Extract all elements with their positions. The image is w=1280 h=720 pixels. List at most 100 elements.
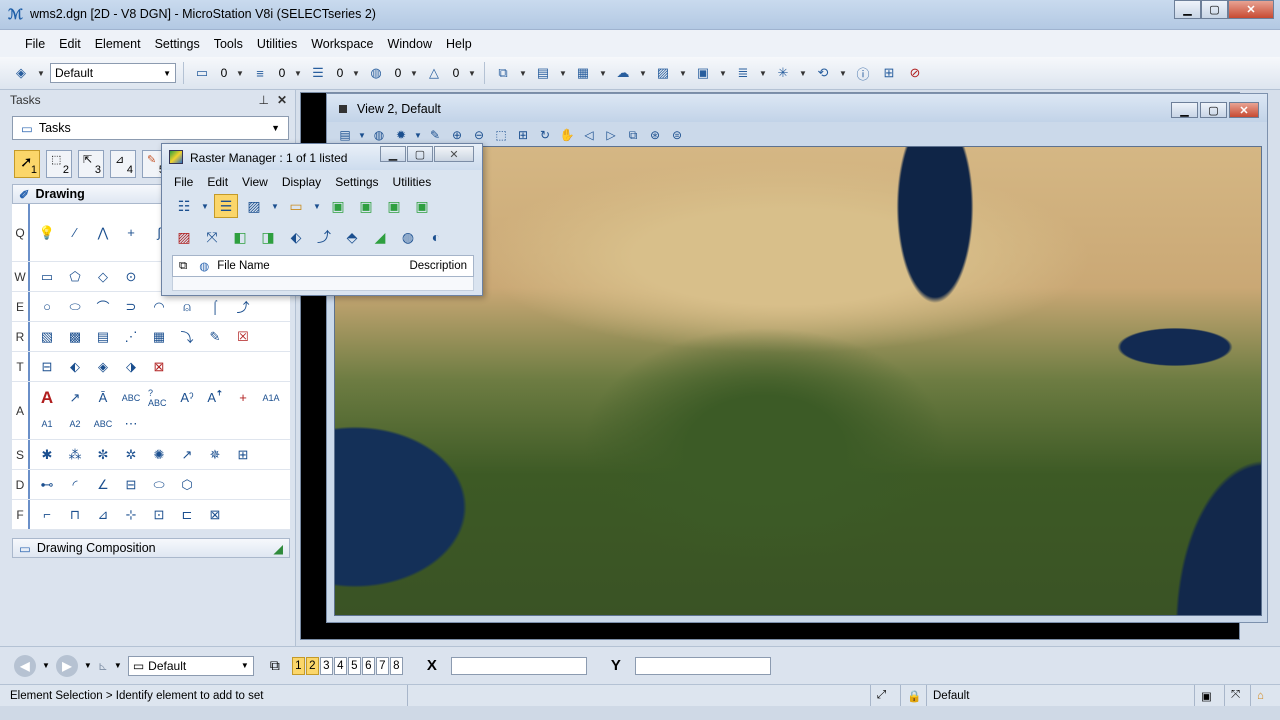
view-2-titlebar[interactable]: View 2, Default ▁ ▢ ✕ [327,94,1267,122]
view-minimize-button[interactable]: ▁ [1171,102,1198,118]
define-cell-origin-icon[interactable]: ⬖ [64,356,86,378]
raster-menu-settings[interactable]: Settings [329,175,384,189]
view-groups-icon[interactable]: ⧉ [270,657,280,674]
text-node-icon[interactable]: + [232,387,254,409]
no-entry-icon[interactable]: ⊘ [904,63,926,83]
home-icon[interactable]: ⌂ [1250,685,1280,706]
dimension-ordinates-icon[interactable]: ⬡ [176,474,198,496]
place-multiline-icon[interactable]: ⋀ [92,222,114,244]
place-shape-icon[interactable]: ⬠ [64,266,86,288]
mirror-raster-icon[interactable]: ⤴ [312,225,336,249]
arc-by-edge-icon[interactable]: ◠ [148,296,170,318]
chevron-down-icon[interactable]: ▼ [409,69,419,78]
manipulate-fence-icon[interactable]: ⊿ [92,504,114,526]
active-level-select[interactable]: Default ▼ [50,63,176,83]
dimension-element-icon[interactable]: ⊷ [36,474,58,496]
select-cell-icon[interactable]: ⬗ [120,356,142,378]
place-text-icon[interactable]: A [36,387,58,409]
update-view-icon[interactable]: ✎ [425,125,445,145]
element-selection-button[interactable]: ➚ 1 [14,150,40,178]
view-maximize-button[interactable]: ▢ [1200,102,1227,118]
modify-fence-icon[interactable]: ⊓ [64,504,86,526]
chevron-down-icon[interactable]: ▼ [838,69,848,78]
zoom-in-icon[interactable]: ⊕ [447,125,467,145]
menu-file[interactable]: File [18,37,52,51]
grid-snap-icon[interactable]: ⊞ [878,63,900,83]
design-file-changed-icon[interactable]: ⤧ [1224,685,1250,706]
replace-cell-icon[interactable]: ◈ [92,356,114,378]
attach-raster-icon[interactable]: ▨ [242,194,266,218]
chevron-down-icon[interactable]: ▼ [598,69,608,78]
snap-mode-icon[interactable]: ⤢ [870,685,900,706]
copy-raster-icon[interactable]: ⬘ [340,225,364,249]
place-active-point-icon[interactable]: ✱ [36,444,58,466]
chevron-down-icon[interactable]: ▼ [718,69,728,78]
dimension-size-icon[interactable]: ⊟ [120,474,142,496]
transparency-icon[interactable]: ◐ [424,225,448,249]
chevron-down-icon[interactable]: ▼ [357,125,367,145]
line-weight-icon[interactable]: ☰ [307,63,329,83]
stretch-raster-icon[interactable]: ◨ [256,225,280,249]
levels-stack-icon[interactable]: ≣ [732,63,754,83]
clip-mask-icon[interactable]: ⊛ [645,125,665,145]
place-regular-polygon-icon[interactable]: ⊙ [120,266,142,288]
crosshatch-area-icon[interactable]: ▩ [64,326,86,348]
accudraw-compass-icon[interactable]: ⊾ [98,659,108,673]
camera-icon[interactable]: ⊜ [667,125,687,145]
delete-pattern-icon[interactable]: ☒ [232,326,254,348]
references-icon[interactable]: ▦ [572,63,594,83]
priority-icon[interactable]: △ [423,63,445,83]
view-2-button[interactable]: 2 [305,656,319,675]
chevron-down-icon[interactable]: ▼ [235,69,245,78]
view-7-button[interactable]: 7 [375,656,389,675]
level-manager-icon[interactable]: ◈ [10,63,32,83]
view-close-button[interactable]: ✕ [1229,102,1259,118]
raster-globe-icon[interactable]: ◍ [199,259,209,273]
cloud-icon[interactable]: ☁ [612,63,634,83]
view-3-button[interactable]: 3 [319,656,333,675]
menu-element[interactable]: Element [88,37,148,51]
chevron-down-icon[interactable]: ▼ [114,661,122,670]
raster-menu-view[interactable]: View [236,175,274,189]
copy-enter-data-field-icon[interactable]: ⋯ [120,413,142,435]
modify-arc-radius-icon[interactable]: ⍝ [176,296,198,318]
place-circle-icon[interactable]: ○ [36,296,58,318]
chevron-down-icon[interactable]: ▼ [518,69,528,78]
filename-column-header[interactable]: File Name [217,260,269,272]
back-arrow-icon[interactable]: ◀ [14,654,36,677]
arc-axis-icon[interactable]: ⤴ [232,296,254,318]
construct-point-distance-icon[interactable]: ✺ [148,444,170,466]
fill-enter-data-field-icon[interactable]: ABC [92,413,114,435]
increment-text-icon[interactable]: A1 [36,413,58,435]
chevron-down-icon[interactable]: ▼ [638,69,648,78]
models-icon[interactable]: ▣ [692,63,714,83]
minimize-button[interactable]: ▁ [1174,0,1201,19]
chevron-down-icon[interactable]: ▼ [413,125,423,145]
pattern-area-icon[interactable]: ▤ [92,326,114,348]
view-5-button[interactable]: 5 [347,656,361,675]
edit-pattern-icon[interactable]: ✎ [204,326,226,348]
modify-button[interactable]: ⊿ 4 [110,150,136,178]
edit-text-icon[interactable]: Ā [92,387,114,409]
x-coordinate-field[interactable] [450,656,587,675]
delete-fence-contents-icon[interactable]: ⊡ [148,504,170,526]
place-point-icon[interactable]: + [120,222,142,244]
list-view-icon[interactable]: ☷ [172,194,196,218]
menu-help[interactable]: Help [439,37,479,51]
close-button[interactable]: ✕ [1228,0,1274,19]
points-between-icon[interactable]: ⁂ [64,444,86,466]
raster-list-view-icon[interactable]: ⧉ [179,260,187,273]
drop-cell-icon[interactable]: ⊠ [148,356,170,378]
chevron-down-icon[interactable]: ▼ [351,69,361,78]
place-orthogonal-shape-icon[interactable]: ◇ [92,266,114,288]
pan-view-icon[interactable]: ✋ [557,125,577,145]
lighting-icon[interactable]: ✹ [391,125,411,145]
dimension-arc-icon[interactable]: ◜ [64,474,86,496]
raster-manager-titlebar[interactable]: Raster Manager : 1 of 1 listed ▁ ▢ ✕ [162,144,482,170]
menu-workspace[interactable]: Workspace [304,37,380,51]
place-ellipse-icon[interactable]: ⬭ [64,296,86,318]
chevron-down-icon[interactable]: ▼ [270,194,280,218]
raster-menu-file[interactable]: File [168,175,199,189]
fence-button[interactable]: ⬚ 2 [46,150,72,178]
matrix-points-icon[interactable]: ✵ [204,444,226,466]
